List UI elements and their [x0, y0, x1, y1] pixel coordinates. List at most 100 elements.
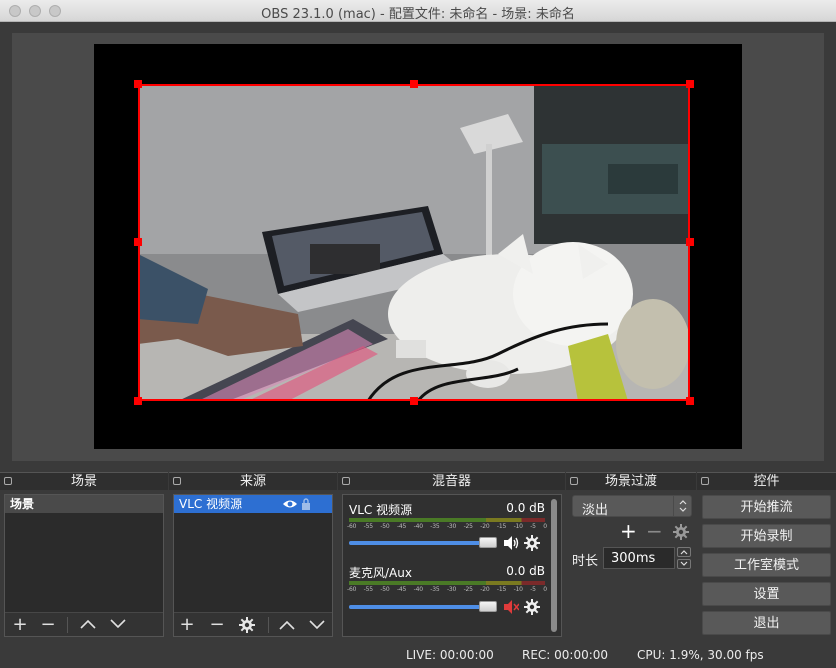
move-scene-up-button[interactable] — [77, 615, 99, 635]
volume-slider[interactable] — [349, 537, 497, 548]
dock-float-icon[interactable] — [701, 477, 709, 485]
sources-dock-title: 来源 — [239, 474, 266, 489]
dock-float-icon[interactable] — [570, 477, 578, 485]
sources-panel: VLC 视频源 + − — [173, 494, 333, 637]
speaker-icon[interactable] — [503, 536, 519, 550]
lock-icon[interactable] — [301, 498, 311, 510]
meter-scale-label: -60 — [347, 523, 357, 530]
meter-scale-label: 0 — [543, 523, 547, 530]
resize-handle-top-left[interactable] — [134, 80, 142, 88]
vlc-video-source-preview[interactable] — [138, 84, 690, 401]
chevron-down-icon — [110, 619, 126, 629]
scenes-dock-header: 场景 — [0, 472, 168, 490]
studio-mode-button[interactable]: 工作室模式 — [702, 553, 831, 577]
gear-icon[interactable] — [524, 599, 540, 615]
status-bar: LIVE: 00:00:00 REC: 00:00:00 CPU: 1.9%, … — [0, 643, 836, 668]
meter-scale-label: -20 — [480, 523, 490, 530]
mixer-channel-name: VLC 视频源 — [349, 503, 413, 517]
meter-scale-label: -55 — [363, 523, 373, 530]
volume-slider[interactable] — [349, 601, 497, 612]
duration-decrease-button[interactable] — [677, 559, 691, 569]
scenes-dock-title: 场景 — [70, 474, 97, 489]
scenes-toolbar: + − — [5, 612, 163, 636]
dock-float-icon[interactable] — [173, 477, 181, 485]
dock-float-icon[interactable] — [342, 477, 350, 485]
toolbar-divider — [268, 617, 269, 633]
mixer-channel-db: 0.0 dB — [506, 564, 545, 578]
gear-icon[interactable] — [673, 524, 689, 540]
muted-speaker-icon[interactable] — [503, 600, 519, 614]
meter-scale-label: -10 — [513, 523, 523, 530]
resize-handle-right[interactable] — [686, 238, 694, 246]
resize-handle-left[interactable] — [134, 238, 142, 246]
remove-scene-button[interactable]: − — [37, 615, 59, 635]
add-scene-button[interactable]: + — [9, 615, 31, 635]
settings-button[interactable]: 设置 — [702, 582, 831, 606]
duration-increase-button[interactable] — [677, 547, 691, 557]
move-source-up-button[interactable] — [276, 615, 298, 635]
source-properties-button[interactable] — [236, 615, 258, 635]
scene-list-item[interactable]: 场景 — [5, 495, 163, 513]
source-name: VLC 视频源 — [179, 497, 243, 511]
meter-scale-label: -25 — [463, 523, 473, 530]
webcam-frame-image — [138, 84, 690, 401]
mixer-channel-name: 麦克风/Aux — [349, 566, 412, 580]
toolbar-divider — [67, 617, 68, 633]
meter-scale-label: -15 — [496, 523, 507, 530]
chevron-up-icon — [680, 550, 688, 555]
volume-slider-knob[interactable] — [479, 601, 497, 612]
meter-scale-label: -50 — [380, 523, 390, 530]
remove-source-button[interactable]: − — [206, 615, 228, 635]
duration-input[interactable]: 300ms — [603, 547, 675, 569]
meter-scale-label: 0 — [543, 586, 547, 593]
dock-float-icon[interactable] — [4, 477, 12, 485]
resize-handle-top[interactable] — [410, 80, 418, 88]
window-title: OBS 23.1.0 (mac) - 配置文件: 未命名 - 场景: 未命名 — [261, 7, 575, 22]
chevron-up-icon — [279, 620, 295, 630]
rec-timer: REC: 00:00:00 — [522, 648, 609, 662]
eye-visibility-icon[interactable] — [282, 499, 298, 509]
resize-handle-bottom[interactable] — [410, 397, 418, 405]
mixer-dock-header: 混音器 — [338, 472, 565, 490]
resize-handle-bottom-left[interactable] — [134, 397, 142, 405]
gear-icon[interactable] — [524, 535, 540, 551]
meter-scale-label: -30 — [446, 586, 457, 593]
mixer-dock-title: 混音器 — [431, 474, 471, 489]
add-source-button[interactable]: + — [176, 615, 198, 635]
move-source-down-button[interactable] — [306, 615, 328, 635]
remove-transition-button[interactable]: − — [646, 521, 663, 541]
start-recording-button[interactable]: 开始录制 — [702, 524, 831, 548]
meter-scale-label: -40 — [413, 523, 423, 530]
chevron-down-icon — [309, 620, 325, 630]
duration-stepper[interactable] — [677, 547, 691, 569]
audio-mixer-panel: VLC 视频源 0.0 dB -60 -55 -50 -45 -40 -35 -30 -25-… — [342, 494, 562, 637]
cpu-fps-status: CPU: 1.9%, 30.00 fps — [637, 648, 764, 662]
select-arrows — [673, 496, 691, 516]
audio-level-meter — [349, 518, 545, 522]
meter-scale-label: -40 — [413, 586, 423, 593]
sources-toolbar: + − — [174, 612, 332, 636]
meter-scale-label: -50 — [380, 586, 390, 593]
resize-handle-bottom-right[interactable] — [686, 397, 694, 405]
resize-handle-top-right[interactable] — [686, 80, 694, 88]
mixer-channel-db: 0.0 dB — [506, 501, 545, 515]
volume-slider-knob[interactable] — [479, 537, 497, 548]
add-transition-button[interactable]: + — [620, 521, 637, 541]
exit-button[interactable]: 退出 — [702, 611, 831, 635]
mixer-scrollbar[interactable] — [551, 499, 557, 632]
transition-select[interactable]: 淡出 — [572, 495, 692, 518]
source-list-item[interactable]: VLC 视频源 — [174, 495, 332, 513]
volume-slider-fill — [349, 541, 483, 545]
meter-scale: -60 -55 -50 -45 -40 -35 -30 -25 -20 -15 -10 -5 0 — [347, 586, 547, 593]
transitions-dock-header: 场景过渡 — [566, 472, 696, 490]
transition-selected-value: 淡出 — [582, 503, 609, 518]
transitions-dock-title: 场景过渡 — [604, 474, 657, 489]
chevron-up-down-icon — [679, 500, 687, 512]
preview-area[interactable] — [12, 33, 824, 461]
title-bar: OBS 23.1.0 (mac) - 配置文件: 未命名 - 场景: 未命名 — [0, 0, 836, 22]
output-canvas[interactable] — [94, 44, 742, 449]
start-streaming-button[interactable]: 开始推流 — [702, 495, 831, 519]
obs-window: OBS 23.1.0 (mac) - 配置文件: 未命名 - 场景: 未命名 场… — [0, 0, 836, 668]
meter-scale-label: -30 — [446, 523, 457, 530]
move-scene-down-button[interactable] — [107, 615, 129, 635]
